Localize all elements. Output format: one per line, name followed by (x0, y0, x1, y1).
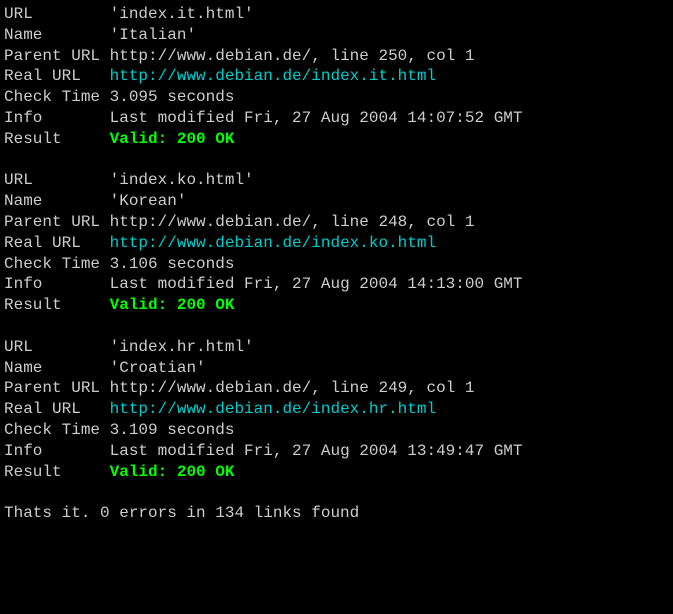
output-line: Parent URL http://www.debian.de/, line 2… (4, 46, 669, 67)
name-label: Name (4, 25, 110, 46)
output-line: Info Last modified Fri, 27 Aug 2004 14:0… (4, 108, 669, 129)
summary-line: Thats it. 0 errors in 134 links found (4, 504, 359, 522)
name-value: 'Croatian' (110, 359, 206, 377)
info-value: Last modified Fri, 27 Aug 2004 14:13:00 … (110, 275, 523, 293)
blank-line (4, 482, 669, 503)
name-label: Name (4, 358, 110, 379)
output-line: Check Time 3.109 seconds (4, 420, 669, 441)
output-line: Name 'Croatian' (4, 358, 669, 379)
result-label: Result (4, 129, 110, 150)
output-line: Check Time 3.106 seconds (4, 254, 669, 275)
output-line: Name 'Italian' (4, 25, 669, 46)
real-url-label: Real URL (4, 233, 110, 254)
output-line: Result Valid: 200 OK (4, 462, 669, 483)
output-line: Thats it. 0 errors in 134 links found (4, 503, 669, 524)
info-label: Info (4, 441, 110, 462)
output-line: Real URL http://www.debian.de/index.it.h… (4, 66, 669, 87)
info-value: Last modified Fri, 27 Aug 2004 13:49:47 … (110, 442, 523, 460)
blank-line (4, 316, 669, 337)
result-value: Valid: 200 OK (110, 130, 235, 148)
check-time-value: 3.109 seconds (110, 421, 235, 439)
blank-line (4, 150, 669, 171)
name-label: Name (4, 191, 110, 212)
output-line: Result Valid: 200 OK (4, 129, 669, 150)
name-value: 'Italian' (110, 26, 196, 44)
result-label: Result (4, 295, 110, 316)
real-url-value: http://www.debian.de/index.ko.html (110, 234, 436, 252)
output-line: URL 'index.hr.html' (4, 337, 669, 358)
output-line: Name 'Korean' (4, 191, 669, 212)
check-time-label: Check Time (4, 420, 110, 441)
output-line: URL 'index.ko.html' (4, 170, 669, 191)
output-line: Info Last modified Fri, 27 Aug 2004 13:4… (4, 441, 669, 462)
url-value: 'index.hr.html' (110, 338, 254, 356)
real-url-value: http://www.debian.de/index.it.html (110, 67, 436, 85)
result-label: Result (4, 462, 110, 483)
real-url-label: Real URL (4, 66, 110, 87)
parent-url-label: Parent URL (4, 46, 110, 67)
output-line: Real URL http://www.debian.de/index.hr.h… (4, 399, 669, 420)
name-value: 'Korean' (110, 192, 187, 210)
parent-url-value: http://www.debian.de/, line 250, col 1 (110, 47, 475, 65)
info-label: Info (4, 274, 110, 295)
output-line: Check Time 3.095 seconds (4, 87, 669, 108)
url-label: URL (4, 170, 110, 191)
output-line: Parent URL http://www.debian.de/, line 2… (4, 378, 669, 399)
output-line: Result Valid: 200 OK (4, 295, 669, 316)
info-label: Info (4, 108, 110, 129)
parent-url-label: Parent URL (4, 378, 110, 399)
info-value: Last modified Fri, 27 Aug 2004 14:07:52 … (110, 109, 523, 127)
terminal-output: URL 'index.it.html'Name 'Italian'Parent … (4, 4, 669, 524)
parent-url-label: Parent URL (4, 212, 110, 233)
url-label: URL (4, 337, 110, 358)
check-time-label: Check Time (4, 254, 110, 275)
result-value: Valid: 200 OK (110, 296, 235, 314)
output-line: URL 'index.it.html' (4, 4, 669, 25)
check-time-value: 3.095 seconds (110, 88, 235, 106)
output-line: Info Last modified Fri, 27 Aug 2004 14:1… (4, 274, 669, 295)
parent-url-value: http://www.debian.de/, line 248, col 1 (110, 213, 475, 231)
url-value: 'index.it.html' (110, 5, 254, 23)
output-line: Parent URL http://www.debian.de/, line 2… (4, 212, 669, 233)
real-url-label: Real URL (4, 399, 110, 420)
result-value: Valid: 200 OK (110, 463, 235, 481)
check-time-label: Check Time (4, 87, 110, 108)
output-line: Real URL http://www.debian.de/index.ko.h… (4, 233, 669, 254)
real-url-value: http://www.debian.de/index.hr.html (110, 400, 436, 418)
url-value: 'index.ko.html' (110, 171, 254, 189)
check-time-value: 3.106 seconds (110, 255, 235, 273)
parent-url-value: http://www.debian.de/, line 249, col 1 (110, 379, 475, 397)
url-label: URL (4, 4, 110, 25)
